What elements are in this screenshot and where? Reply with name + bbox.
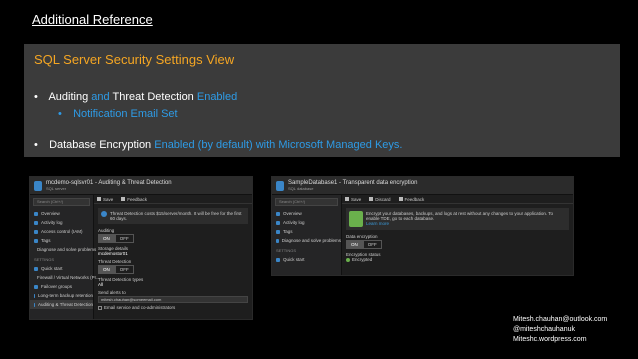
menu-item-overview[interactable]: Overview (272, 209, 341, 218)
info-banner: Threat Detection costs $15/server/month.… (98, 208, 248, 224)
blade-toolbar: Save Feedback (94, 195, 252, 204)
resource-menu: Search (Ctrl+/) Overview Activity log Ta… (272, 195, 342, 275)
save-button[interactable]: Save (345, 197, 361, 202)
blade-titlebar: mcdemo-sqlsvr01 - Auditing & Threat Dete… (30, 177, 252, 195)
blade-title: mcdemo-sqlsvr01 - Auditing & Threat Dete… (46, 179, 172, 186)
bullet-notification: • Notification Email Set (58, 108, 178, 120)
access-control-icon (34, 229, 38, 234)
quick-start-icon (276, 257, 280, 262)
menu-item-quick-start[interactable]: Quick start (30, 264, 93, 273)
heart-icon (121, 197, 126, 201)
data-encryption-toggle[interactable]: ON OFF (346, 240, 573, 249)
blade-content: Save Feedback Threat Detection costs $15… (94, 195, 252, 319)
menu-section-settings: SETTINGS (276, 248, 297, 253)
overview-icon (276, 211, 280, 216)
menu-item-access-control[interactable]: Access control (IAM) (30, 227, 93, 236)
encryption-status: Encrypted (342, 257, 573, 262)
panel-title: SQL Server Security Settings View (34, 52, 235, 67)
auditing-toggle[interactable]: ON OFF (98, 234, 252, 243)
td-types-value[interactable]: All (94, 282, 252, 287)
activity-log-icon (34, 220, 38, 225)
search-input[interactable]: Search (Ctrl+/) (33, 198, 90, 206)
menu-item-backup[interactable]: Long-term backup retention (30, 291, 93, 300)
failover-icon (34, 284, 38, 289)
menu-item-firewall[interactable]: Firewall / Virtual Networks (Pr... (30, 273, 100, 282)
auditing-on-option[interactable]: ON (98, 234, 115, 243)
menu-item-diagnose[interactable]: Diagnose and solve problems (30, 245, 96, 254)
auditing-icon (34, 302, 36, 307)
save-button[interactable]: Save (97, 197, 113, 202)
discard-button[interactable]: Discard (369, 197, 391, 202)
td-off-option[interactable]: OFF (114, 265, 134, 274)
menu-item-activity-log[interactable]: Activity log (30, 218, 93, 227)
tde-screenshot: SampleDatabase1 - Transparent data encry… (271, 176, 574, 276)
sql-database-icon (276, 180, 284, 191)
td-on-option[interactable]: ON (98, 265, 115, 274)
encryption-on-option[interactable]: ON (346, 240, 363, 249)
summary-panel: SQL Server Security Settings View • Audi… (24, 44, 620, 157)
threat-detection-label: Threat Detection (98, 259, 132, 264)
check-circle-icon (346, 257, 350, 262)
diagnose-icon (276, 238, 279, 243)
sql-server-icon (34, 180, 42, 191)
auditing-label: Auditing (98, 228, 115, 233)
menu-item-tags[interactable]: Tags (30, 236, 93, 245)
tag-icon (276, 229, 280, 234)
blade-titlebar: SampleDatabase1 - Transparent data encry… (272, 177, 573, 195)
learn-more-link[interactable]: Learn more (366, 221, 389, 226)
discard-icon (369, 197, 374, 201)
bullet-dot: • (34, 91, 38, 103)
save-icon (345, 197, 349, 201)
send-alerts-label: Send alerts to (98, 290, 126, 295)
slide-title: Additional Reference (32, 12, 153, 27)
data-encryption-label: Data encryption (346, 234, 378, 239)
auditing-screenshot: mcdemo-sqlsvr01 - Auditing & Threat Dete… (29, 176, 253, 320)
menu-item-auditing[interactable]: Auditing & Threat Detection (30, 300, 93, 309)
lock-icon (349, 211, 363, 227)
menu-item-quick-start[interactable]: Quick start (272, 255, 341, 264)
storage-value[interactable]: mcdemostor01 (94, 251, 252, 256)
contact-email: Mitesh.chauhan@outlook.com (513, 316, 608, 323)
tde-info-banner: Encrypt your databases, backups, and log… (346, 208, 569, 230)
contact-twitter: @miteshchauhanuk (513, 326, 575, 333)
email-admins-checkbox[interactable]: Email service and co-administrators (94, 305, 252, 310)
auditing-off-option[interactable]: OFF (114, 234, 134, 243)
bullet-auditing: • Auditing and Threat Detection Enabled (34, 91, 238, 103)
backup-icon (34, 293, 35, 298)
info-icon (101, 211, 107, 217)
save-icon (97, 197, 101, 201)
bullet-dot: • (58, 108, 62, 120)
search-input[interactable]: Search (Ctrl+/) (275, 198, 338, 206)
tag-icon (34, 238, 38, 243)
menu-item-activity-log[interactable]: Activity log (272, 218, 341, 227)
checkbox-box[interactable] (98, 305, 102, 310)
contact-blog: Miteshc.wordpress.com (513, 336, 587, 343)
blade-subtitle: SQL database (288, 185, 314, 191)
encryption-off-option[interactable]: OFF (362, 240, 382, 249)
feedback-button[interactable]: Feedback (121, 197, 147, 202)
overview-icon (34, 211, 38, 216)
contact-info: Mitesh.chauhan@outlook.com @miteshchauha… (513, 315, 607, 345)
menu-item-failover[interactable]: Failover groups (30, 282, 93, 291)
blade-title: SampleDatabase1 - Transparent data encry… (288, 179, 418, 186)
bullet-encryption: • Database Encryption Enabled (by defaul… (34, 139, 403, 151)
send-alerts-input[interactable]: mitesh.chauhan@someemail.com (98, 296, 248, 303)
blade-content: Save Discard Feedback Encrypt your datab… (342, 195, 573, 275)
heart-icon (398, 197, 403, 201)
feedback-button[interactable]: Feedback (398, 197, 424, 202)
resource-menu: Search (Ctrl+/) Overview Activity log Ac… (30, 195, 100, 319)
menu-item-overview[interactable]: Overview (30, 209, 93, 218)
threat-detection-toggle[interactable]: ON OFF (98, 265, 252, 274)
blade-toolbar: Save Discard Feedback (342, 195, 573, 204)
menu-section-settings: SETTINGS (34, 257, 55, 262)
menu-item-tags[interactable]: Tags (272, 227, 341, 236)
activity-log-icon (276, 220, 280, 225)
blade-subtitle: SQL server (46, 185, 67, 191)
menu-item-diagnose[interactable]: Diagnose and solve problems (272, 236, 341, 245)
bullet-dot: • (34, 139, 38, 151)
quick-start-icon (34, 266, 38, 271)
